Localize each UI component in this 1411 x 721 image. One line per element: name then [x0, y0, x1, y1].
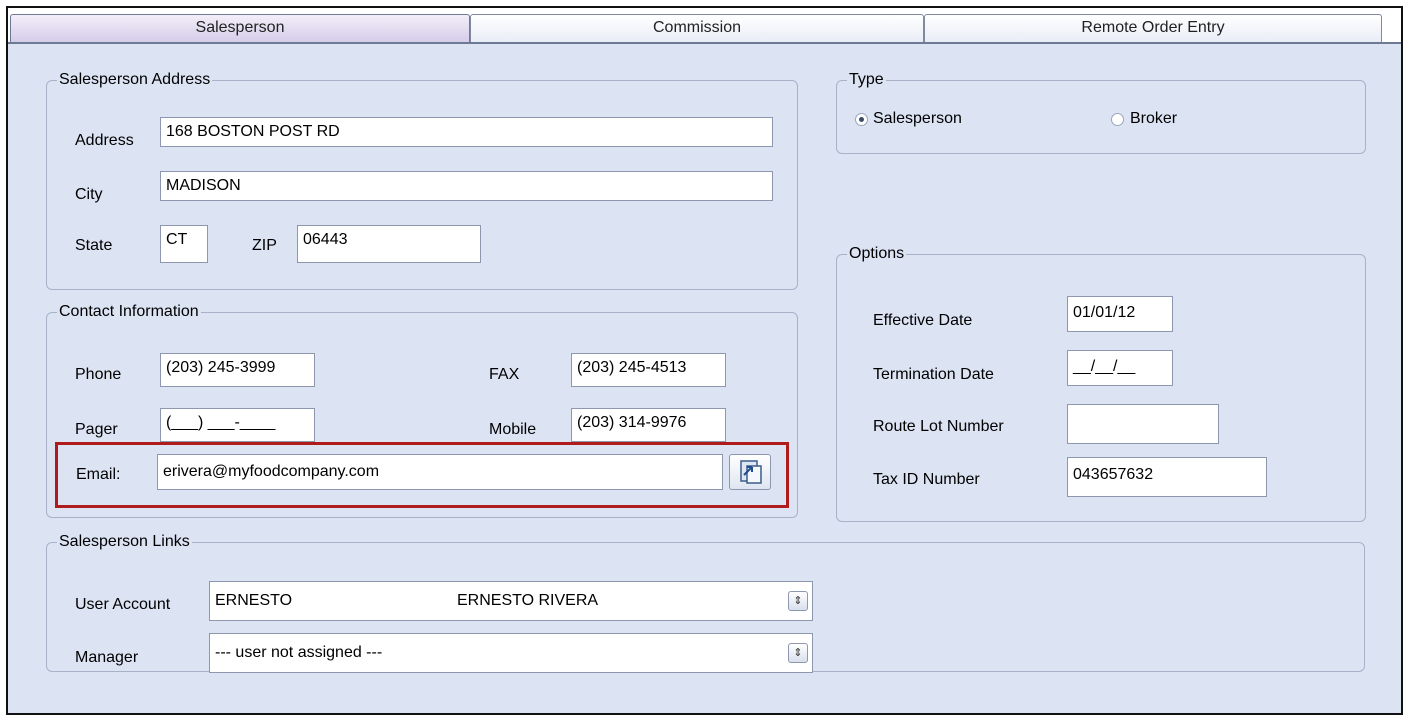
pager-input[interactable]: (___) ___-____: [160, 408, 315, 442]
group-legend: Salesperson Links: [57, 532, 192, 552]
fax-input[interactable]: (203) 245-4513: [571, 353, 726, 387]
salesperson-links-group: Salesperson Links User Account ERNESTO E…: [46, 532, 1365, 673]
state-label: State: [75, 237, 113, 254]
phone-label: Phone: [75, 366, 122, 383]
user-account-select[interactable]: ERNESTO ERNESTO RIVERA: [209, 581, 813, 621]
termination-date-input[interactable]: __/__/__: [1067, 350, 1173, 386]
group-legend: Salesperson Address: [57, 70, 213, 90]
group-legend: Type: [847, 70, 886, 90]
manager-select[interactable]: --- user not assigned ---: [209, 633, 813, 673]
address-input[interactable]: 168 BOSTON POST RD: [160, 117, 773, 147]
group-legend: Contact Information: [57, 302, 201, 322]
tax-id-number-input[interactable]: 043657632: [1067, 457, 1267, 497]
effective-date-input[interactable]: 01/01/12: [1067, 296, 1173, 332]
radio-broker-label: Broker: [1130, 110, 1178, 127]
tab-baseline: [8, 42, 1401, 44]
zip-label: ZIP: [252, 237, 277, 254]
route-lot-number-label: Route Lot Number: [873, 418, 1004, 435]
tab-salesperson[interactable]: Salesperson: [10, 14, 470, 42]
route-lot-number-input[interactable]: [1067, 404, 1219, 444]
user-account-id: ERNESTO: [215, 592, 293, 609]
manager-dropdown-button[interactable]: ⇕: [788, 643, 808, 663]
manager-label: Manager: [75, 649, 139, 666]
user-account-label: User Account: [75, 596, 171, 613]
manager-value: --- user not assigned ---: [215, 644, 383, 661]
options-group: Options Effective Date 01/01/12 Terminat…: [836, 244, 1366, 522]
tax-id-number-label: Tax ID Number: [873, 471, 980, 488]
termination-date-label: Termination Date: [873, 366, 994, 383]
effective-date-label: Effective Date: [873, 312, 973, 329]
mobile-label: Mobile: [489, 421, 537, 438]
fax-label: FAX: [489, 366, 520, 383]
salesperson-address-group: Salesperson Address Address 168 BOSTON P…: [46, 70, 798, 290]
email-label: Email:: [76, 466, 121, 483]
address-label: Address: [75, 132, 134, 149]
send-email-button[interactable]: [729, 454, 771, 490]
type-group: Type Salesperson Broker: [836, 70, 1366, 154]
city-label: City: [75, 186, 103, 203]
tab-label: Commission: [652, 19, 741, 36]
radio-salesperson-label: Salesperson: [873, 110, 962, 127]
tab-remote-order-entry[interactable]: Remote Order Entry: [924, 14, 1382, 42]
send-email-icon: [740, 460, 762, 484]
pager-label: Pager: [75, 421, 118, 438]
salesperson-form-frame: Salesperson Commission Remote Order Entr…: [6, 6, 1403, 715]
tab-label: Salesperson: [195, 19, 285, 36]
tab-label: Remote Order Entry: [1081, 19, 1225, 36]
spinner-arrows-icon: ⇕: [793, 647, 803, 659]
user-account-name: ERNESTO RIVERA: [457, 592, 599, 609]
mobile-input[interactable]: (203) 314-9976: [571, 408, 726, 442]
tab-strip: Salesperson Commission Remote Order Entr…: [8, 8, 1401, 44]
tab-commission[interactable]: Commission: [470, 14, 924, 42]
radio-unselected-icon: [1111, 113, 1124, 126]
zip-input[interactable]: 06443: [297, 225, 481, 263]
group-legend: Options: [847, 244, 907, 264]
radio-selected-icon: [855, 113, 868, 126]
city-input[interactable]: MADISON: [160, 171, 773, 201]
spinner-arrows-icon: ⇕: [793, 595, 803, 607]
user-account-dropdown-button[interactable]: ⇕: [788, 591, 808, 611]
state-input[interactable]: CT: [160, 225, 208, 263]
phone-input[interactable]: (203) 245-3999: [160, 353, 315, 387]
email-input[interactable]: erivera@myfoodcompany.com: [157, 454, 723, 490]
